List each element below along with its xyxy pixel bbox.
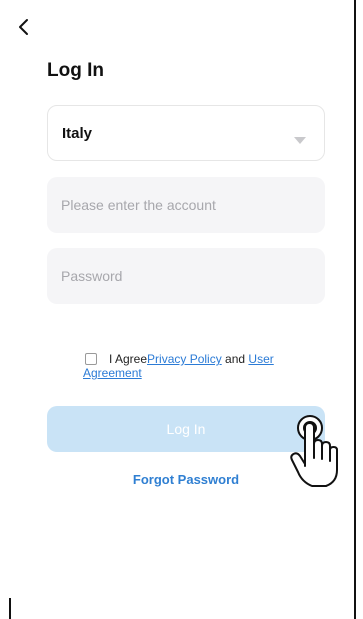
privacy-policy-link[interactable]: Privacy Policy [147, 352, 222, 366]
password-field-container [47, 248, 325, 304]
login-button[interactable]: Log In [47, 406, 325, 452]
page-title: Log In [47, 60, 104, 81]
agree-checkbox[interactable] [85, 353, 97, 365]
agreement-row: I AgreePrivacy Policy and User Agreement [83, 352, 323, 380]
forgot-password-link[interactable]: Forgot Password [47, 472, 325, 487]
country-select[interactable]: Italy [47, 105, 325, 161]
screen-edge-left [9, 598, 11, 619]
account-input[interactable] [61, 177, 311, 233]
agree-and-text: and [221, 352, 249, 366]
dropdown-caret-icon [294, 131, 306, 149]
back-arrow-icon[interactable] [14, 14, 36, 40]
screen-edge-right [354, 0, 356, 619]
country-value: Italy [62, 125, 93, 142]
pointing-hand-icon [288, 408, 340, 497]
agree-prefix: I Agree [109, 352, 148, 366]
account-field-container [47, 177, 325, 233]
password-input[interactable] [61, 248, 311, 304]
